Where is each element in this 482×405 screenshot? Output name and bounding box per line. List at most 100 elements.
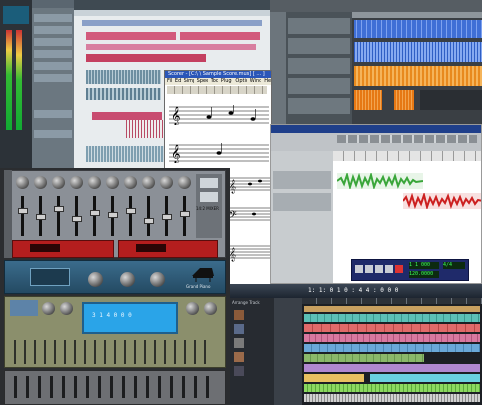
tool-palette[interactable] [167, 86, 267, 94]
midi-part[interactable] [92, 112, 162, 120]
piano-knob[interactable] [120, 272, 135, 287]
midi-part[interactable] [86, 32, 176, 40]
audio-part[interactable] [86, 146, 166, 162]
midi-part[interactable] [180, 32, 260, 40]
editor-toolbar-buttons[interactable] [337, 135, 477, 143]
channel-knob[interactable] [178, 176, 191, 189]
track-row[interactable] [34, 110, 72, 118]
instrument-thumb[interactable] [234, 352, 244, 362]
audio-event-orange[interactable] [354, 66, 482, 86]
clip-region[interactable] [304, 306, 480, 312]
synth-display-readout: 3 1 4 0 0 0 [92, 312, 132, 319]
rewind-button[interactable] [355, 265, 363, 273]
clip-region[interactable] [304, 344, 480, 352]
ruler [352, 12, 482, 18]
channel-knob[interactable] [16, 176, 29, 189]
clip-region[interactable] [304, 384, 480, 392]
instrument-thumb[interactable] [234, 366, 244, 376]
menu-help[interactable]: Help [264, 78, 271, 85]
audio-event-blue[interactable] [354, 20, 482, 38]
track-header[interactable] [274, 298, 302, 405]
track-header[interactable] [288, 78, 350, 94]
menu-file[interactable]: File [167, 78, 172, 85]
channel-knob[interactable] [142, 176, 155, 189]
midi-part[interactable] [86, 54, 206, 62]
clip-region[interactable] [304, 374, 364, 382]
channel-knob[interactable] [124, 176, 137, 189]
channel-knob[interactable] [160, 176, 173, 189]
midi-part[interactable] [82, 20, 262, 26]
channel-fader[interactable] [144, 196, 154, 236]
channel-fader[interactable] [162, 196, 172, 236]
clip-region[interactable] [304, 354, 424, 362]
menu-speedy[interactable]: Speedy [197, 78, 208, 85]
channel-fader[interactable] [36, 196, 46, 236]
channel-knob[interactable] [88, 176, 101, 189]
track-row[interactable] [34, 50, 72, 58]
track-row[interactable] [34, 62, 72, 70]
track-header[interactable] [288, 38, 350, 54]
stop-button[interactable] [365, 265, 373, 273]
audio-event-dark[interactable] [420, 90, 482, 110]
midi-part[interactable] [86, 44, 256, 50]
clip-region[interactable] [304, 364, 480, 372]
clip-region[interactable] [304, 394, 480, 402]
clip-region[interactable] [304, 324, 480, 332]
synth-slider-bank[interactable] [14, 340, 214, 364]
synth-knob[interactable] [186, 302, 199, 315]
menu-window[interactable]: Window [250, 78, 262, 85]
ruler [333, 151, 481, 161]
channel-fader[interactable] [108, 196, 118, 236]
channel-fader[interactable] [180, 196, 190, 236]
track-header[interactable] [273, 171, 331, 189]
channel-fader[interactable] [90, 196, 100, 236]
synth-knob[interactable] [42, 302, 55, 315]
channel-fader[interactable] [54, 196, 64, 236]
transport-tempo: 120.0000 [409, 271, 439, 278]
transport-signature: 4/4 [443, 262, 465, 269]
track-header[interactable] [288, 58, 350, 74]
rack-device-lower-sliders[interactable] [14, 376, 214, 398]
track-header[interactable] [288, 98, 350, 114]
clip-region[interactable] [304, 314, 480, 322]
synth-knob[interactable] [60, 302, 73, 315]
channel-strip [0, 0, 32, 168]
menu-plugins[interactable]: Plug-ins [221, 78, 233, 85]
instrument-thumb[interactable] [234, 338, 244, 348]
piano-knob[interactable] [150, 272, 165, 287]
audio-part[interactable] [86, 88, 161, 100]
channel-knob[interactable] [106, 176, 119, 189]
menu-tools[interactable]: Tools [211, 78, 218, 85]
instrument-thumb[interactable] [234, 310, 244, 320]
audio-part[interactable] [86, 70, 161, 84]
daw-toolbar [74, 0, 270, 10]
track-row[interactable] [34, 74, 72, 82]
synth-knob[interactable] [204, 302, 217, 315]
fast-forward-button[interactable] [385, 265, 393, 273]
channel-knob[interactable] [70, 176, 83, 189]
record-button[interactable] [395, 265, 403, 273]
track-header[interactable] [273, 193, 331, 211]
channel-knob[interactable] [52, 176, 65, 189]
play-button[interactable] [375, 265, 383, 273]
instrument-thumb[interactable] [234, 324, 244, 334]
channel-knob[interactable] [34, 176, 47, 189]
menu-options[interactable]: Options [235, 78, 246, 85]
channel-fader[interactable] [126, 196, 136, 236]
audio-event-orange[interactable] [354, 90, 382, 110]
audio-event-blue[interactable] [354, 42, 482, 62]
menu-simple[interactable]: Simple [184, 78, 194, 85]
clip-region[interactable] [370, 374, 480, 382]
clip-region[interactable] [304, 334, 480, 342]
track-row[interactable] [34, 14, 72, 22]
track-row[interactable] [34, 38, 72, 46]
track-row[interactable] [34, 26, 72, 34]
menu-edit[interactable]: Edit [175, 78, 181, 85]
audio-event-orange[interactable] [394, 90, 414, 110]
channel-fader[interactable] [72, 196, 82, 236]
channel-fader[interactable] [18, 196, 28, 236]
track-header[interactable] [288, 18, 350, 34]
piano-knob[interactable] [88, 272, 103, 287]
midi-part[interactable] [126, 120, 166, 138]
track-row[interactable] [34, 130, 72, 138]
